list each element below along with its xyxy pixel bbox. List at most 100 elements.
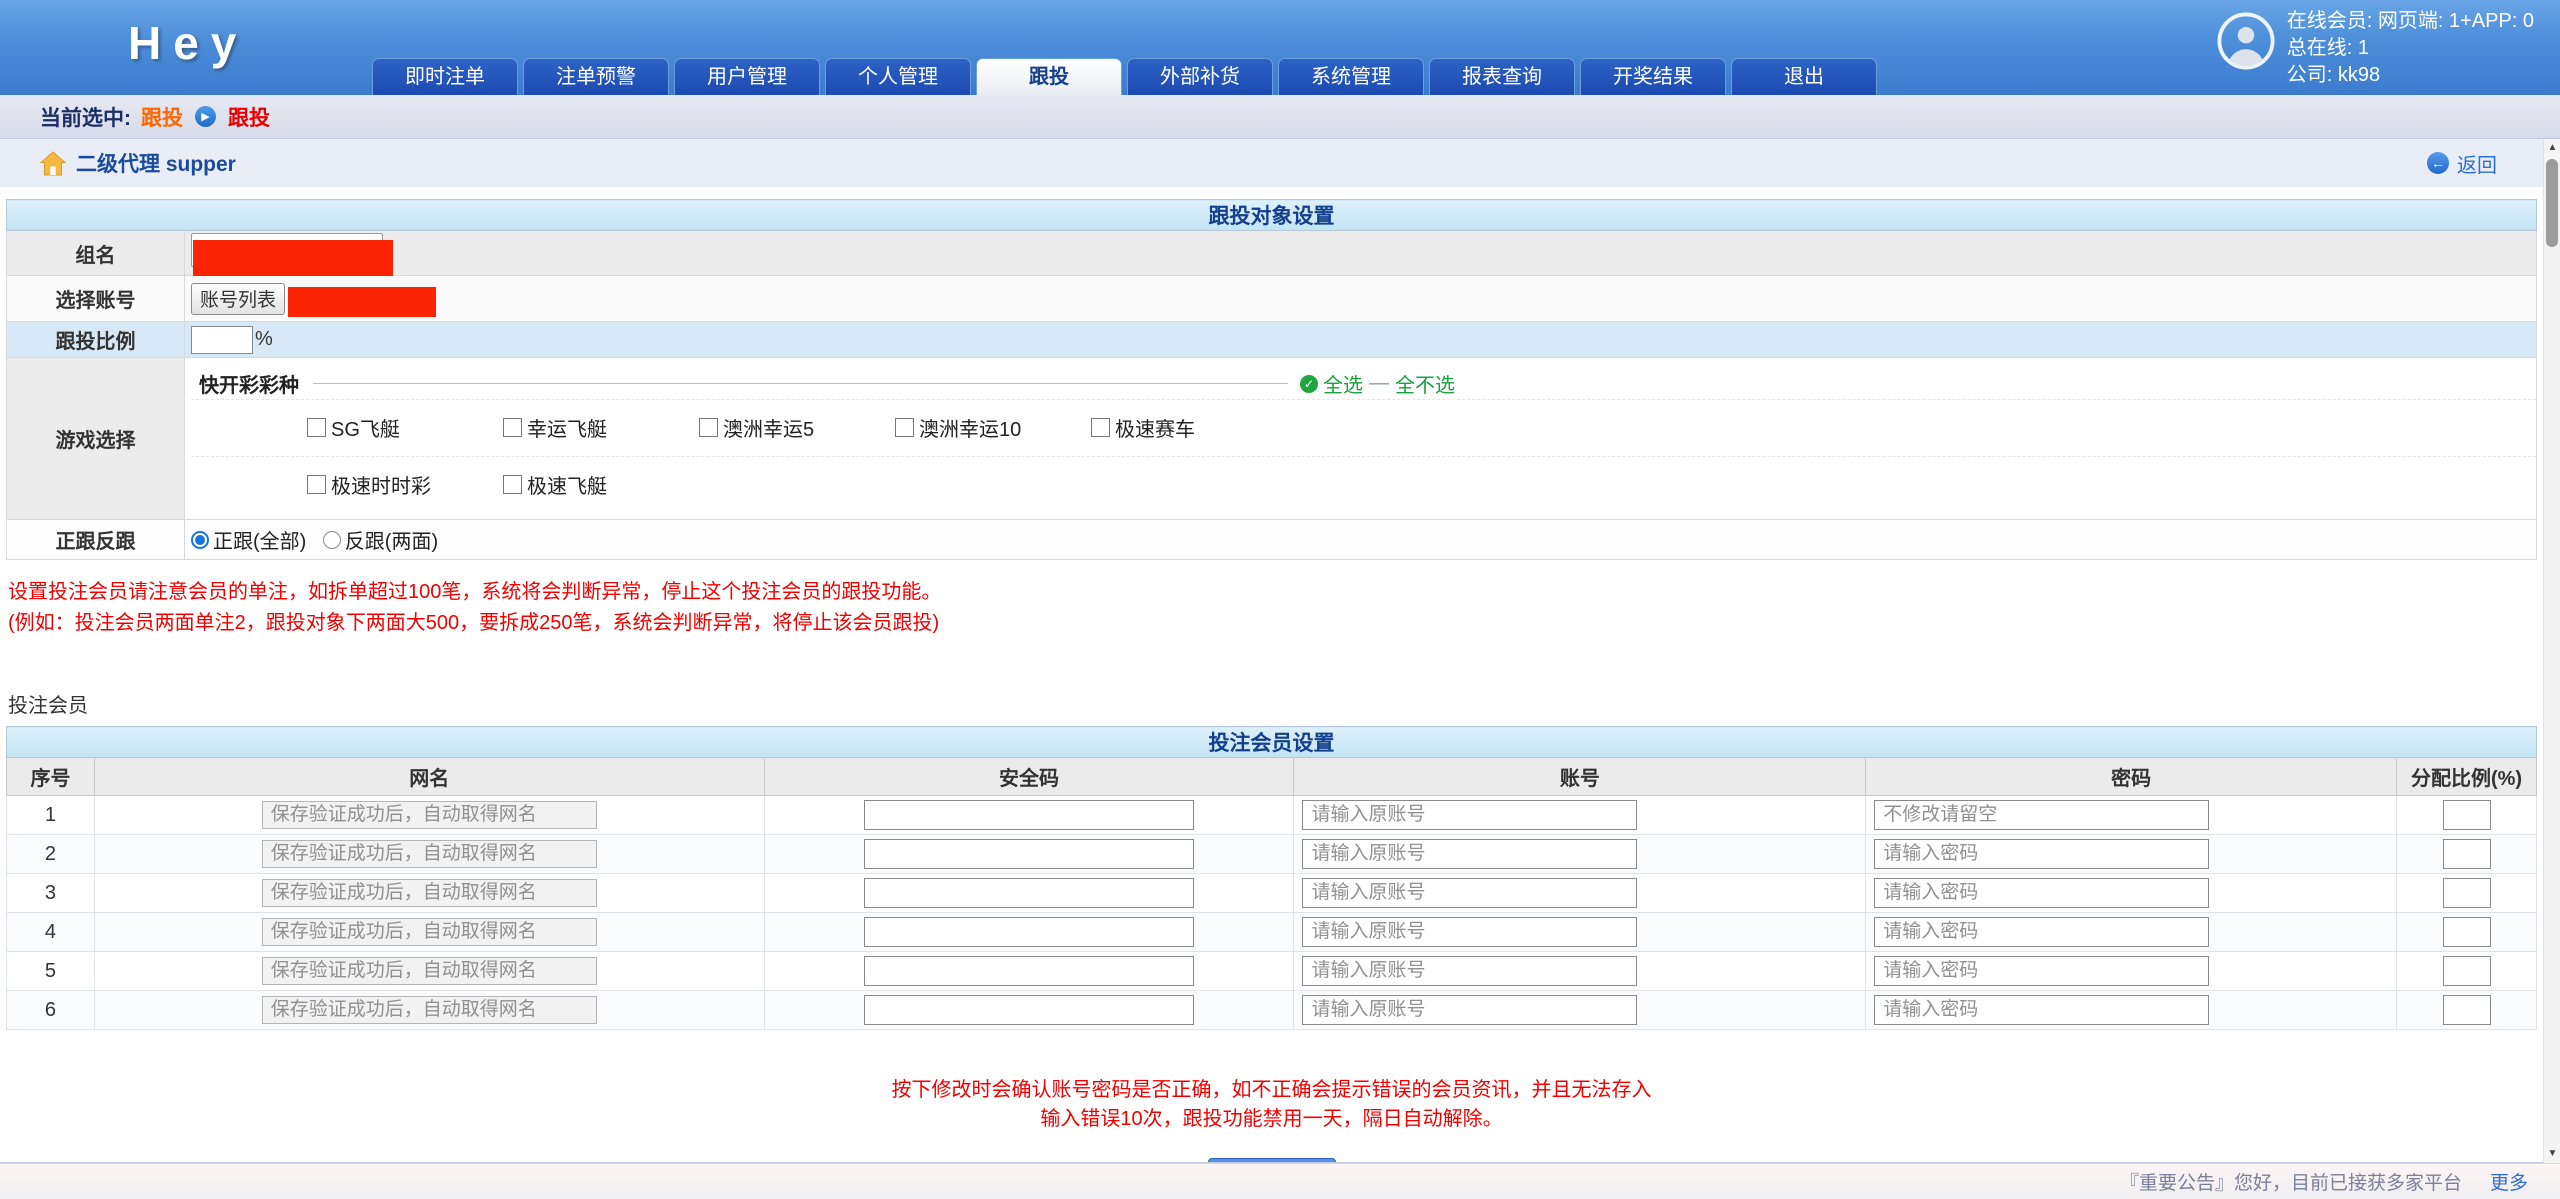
member-row: 5 xyxy=(7,952,2537,991)
redaction-account xyxy=(288,287,436,317)
col-header-security: 安全码 xyxy=(764,758,1294,796)
member-row: 6 xyxy=(7,991,2537,1030)
warning-text: 设置投注会员请注意会员的单注，如拆单超过100笔，系统将会判断异常，停止这个投注… xyxy=(8,577,2543,639)
breadcrumb: 当前选中: 跟投 ▶ 跟投 xyxy=(0,95,2560,139)
game-category-label: 快开彩彩种 xyxy=(199,369,299,398)
page-header: 二级代理 supper ← 返回 xyxy=(0,139,2543,187)
password-input[interactable] xyxy=(1874,878,2209,908)
game-select-label: 游戏选择 xyxy=(7,358,185,520)
members-section-label: 投注会员 xyxy=(8,689,2543,718)
announcement-text: 『重要公告』您好，目前已接获多家平台 xyxy=(2120,1168,2462,1195)
scroll-up-icon[interactable]: ▲ xyxy=(2544,139,2560,157)
tab-reports[interactable]: 报表查询 xyxy=(1429,58,1575,95)
tab-system-management[interactable]: 系统管理 xyxy=(1278,58,1424,95)
security-code-input[interactable] xyxy=(864,839,1194,869)
password-input[interactable] xyxy=(1874,956,2209,986)
members-table: 投注会员设置 序号 网名 安全码 账号 密码 分配比例(%) 1 2 3 xyxy=(6,726,2537,1030)
tab-order-alerts[interactable]: 注单预警 xyxy=(523,58,669,95)
tab-lottery-results[interactable]: 开奖结果 xyxy=(1580,58,1726,95)
tab-external-restock[interactable]: 外部补货 xyxy=(1127,58,1273,95)
game-checkbox-jisu-saiche[interactable]: 极速赛车 xyxy=(1091,413,1287,442)
footer-bar: 『重要公告』您好，目前已接获多家平台 更多 xyxy=(0,1163,2560,1199)
account-input[interactable] xyxy=(1302,956,1637,986)
webname-input[interactable] xyxy=(262,996,597,1024)
webname-input[interactable] xyxy=(262,801,597,829)
radio-icon-selected xyxy=(191,531,209,549)
checkbox-icon xyxy=(503,475,522,494)
back-button[interactable]: ← 返回 xyxy=(2427,149,2497,178)
webname-input[interactable] xyxy=(262,918,597,946)
checkbox-icon xyxy=(1091,418,1110,437)
game-checkbox-xingyun-feiting[interactable]: 幸运飞艇 xyxy=(503,413,699,442)
tab-follow[interactable]: 跟投 xyxy=(976,58,1122,95)
content-area: 二级代理 supper ← 返回 跟投对象设置 组名 选择账号 账号列表 xyxy=(0,139,2543,1163)
account-input[interactable] xyxy=(1302,917,1637,947)
webname-input[interactable] xyxy=(262,957,597,985)
col-header-account: 账号 xyxy=(1294,758,1866,796)
allocation-ratio-input[interactable] xyxy=(2443,917,2491,947)
account-input[interactable] xyxy=(1302,800,1637,830)
tab-logout[interactable]: 退出 xyxy=(1731,58,1877,95)
more-link[interactable]: 更多 xyxy=(2490,1168,2528,1195)
form-title: 跟投对象设置 xyxy=(7,200,2537,231)
allocation-ratio-input[interactable] xyxy=(2443,995,2491,1025)
password-input[interactable] xyxy=(1874,917,2209,947)
account-input[interactable] xyxy=(1302,995,1637,1025)
radio-reverse-follow[interactable]: 反跟(两面) xyxy=(323,525,438,554)
vertical-scrollbar[interactable]: ▲ ▼ xyxy=(2543,139,2560,1163)
checkbox-icon xyxy=(307,475,326,494)
game-checkbox-jisu-feiting[interactable]: 极速飞艇 xyxy=(503,470,699,499)
checkbox-icon xyxy=(895,418,914,437)
radio-forward-follow[interactable]: 正跟(全部) xyxy=(191,525,306,554)
checkbox-icon xyxy=(307,418,326,437)
home-icon xyxy=(40,151,66,176)
webname-input[interactable] xyxy=(262,879,597,907)
game-checkbox-aozhou-xingyun5[interactable]: 澳洲幸运5 xyxy=(699,413,895,442)
select-account-label: 选择账号 xyxy=(7,276,185,322)
scroll-down-icon[interactable]: ▼ xyxy=(2544,1145,2560,1163)
account-list-button[interactable]: 账号列表 xyxy=(191,283,285,315)
game-checkbox-aozhou-xingyun10[interactable]: 澳洲幸运10 xyxy=(895,413,1091,442)
follow-ratio-label: 跟投比例 xyxy=(7,322,185,358)
follow-ratio-input[interactable] xyxy=(191,326,253,354)
allocation-ratio-input[interactable] xyxy=(2443,800,2491,830)
password-input[interactable] xyxy=(1874,995,2209,1025)
scroll-thumb[interactable] xyxy=(2546,159,2558,247)
allocation-ratio-input[interactable] xyxy=(2443,956,2491,986)
dash-separator: — xyxy=(1369,372,1389,395)
security-code-input[interactable] xyxy=(864,800,1194,830)
breadcrumb-prefix: 当前选中: xyxy=(40,102,131,132)
member-row: 2 xyxy=(7,835,2537,874)
account-input[interactable] xyxy=(1302,878,1637,908)
checkbox-icon xyxy=(503,418,522,437)
password-input[interactable] xyxy=(1874,800,2209,830)
members-table-title: 投注会员设置 xyxy=(7,727,2537,758)
security-code-input[interactable] xyxy=(864,995,1194,1025)
game-checkbox-jisu-shishicai[interactable]: 极速时时彩 xyxy=(307,470,503,499)
tab-personal-management[interactable]: 个人管理 xyxy=(825,58,971,95)
avatar-icon xyxy=(2217,12,2275,70)
select-none-link[interactable]: 全不选 xyxy=(1395,369,1455,398)
security-code-input[interactable] xyxy=(864,956,1194,986)
follow-target-form: 跟投对象设置 组名 选择账号 账号列表 跟投比例 % 游戏选择 xyxy=(6,199,2537,560)
password-input[interactable] xyxy=(1874,839,2209,869)
webname-input[interactable] xyxy=(262,840,597,868)
back-arrow-icon: ← xyxy=(2427,152,2449,174)
tab-user-management[interactable]: 用户管理 xyxy=(674,58,820,95)
security-code-input[interactable] xyxy=(864,878,1194,908)
select-all-link[interactable]: ✓ 全选 xyxy=(1300,369,1363,398)
divider-line xyxy=(313,383,1288,384)
check-circle-icon: ✓ xyxy=(1300,375,1318,393)
breadcrumb-page[interactable]: 跟投 xyxy=(228,102,270,132)
top-header: Hey 即时注单 注单预警 用户管理 个人管理 跟投 外部补货 系统管理 报表查… xyxy=(0,0,2560,95)
allocation-ratio-input[interactable] xyxy=(2443,878,2491,908)
game-checkbox-sg-feiting[interactable]: SG飞艇 xyxy=(307,413,503,442)
allocation-ratio-input[interactable] xyxy=(2443,839,2491,869)
security-code-input[interactable] xyxy=(864,917,1194,947)
direction-label: 正跟反跟 xyxy=(7,520,185,560)
radio-icon xyxy=(323,531,341,549)
breadcrumb-section[interactable]: 跟投 xyxy=(141,102,183,132)
account-input[interactable] xyxy=(1302,839,1637,869)
confirm-note-text: 按下修改时会确认账号密码是否正确，如不正确会提示错误的会员资讯，并且无法存入 输… xyxy=(0,1076,2543,1134)
tab-instant-orders[interactable]: 即时注单 xyxy=(372,58,518,95)
